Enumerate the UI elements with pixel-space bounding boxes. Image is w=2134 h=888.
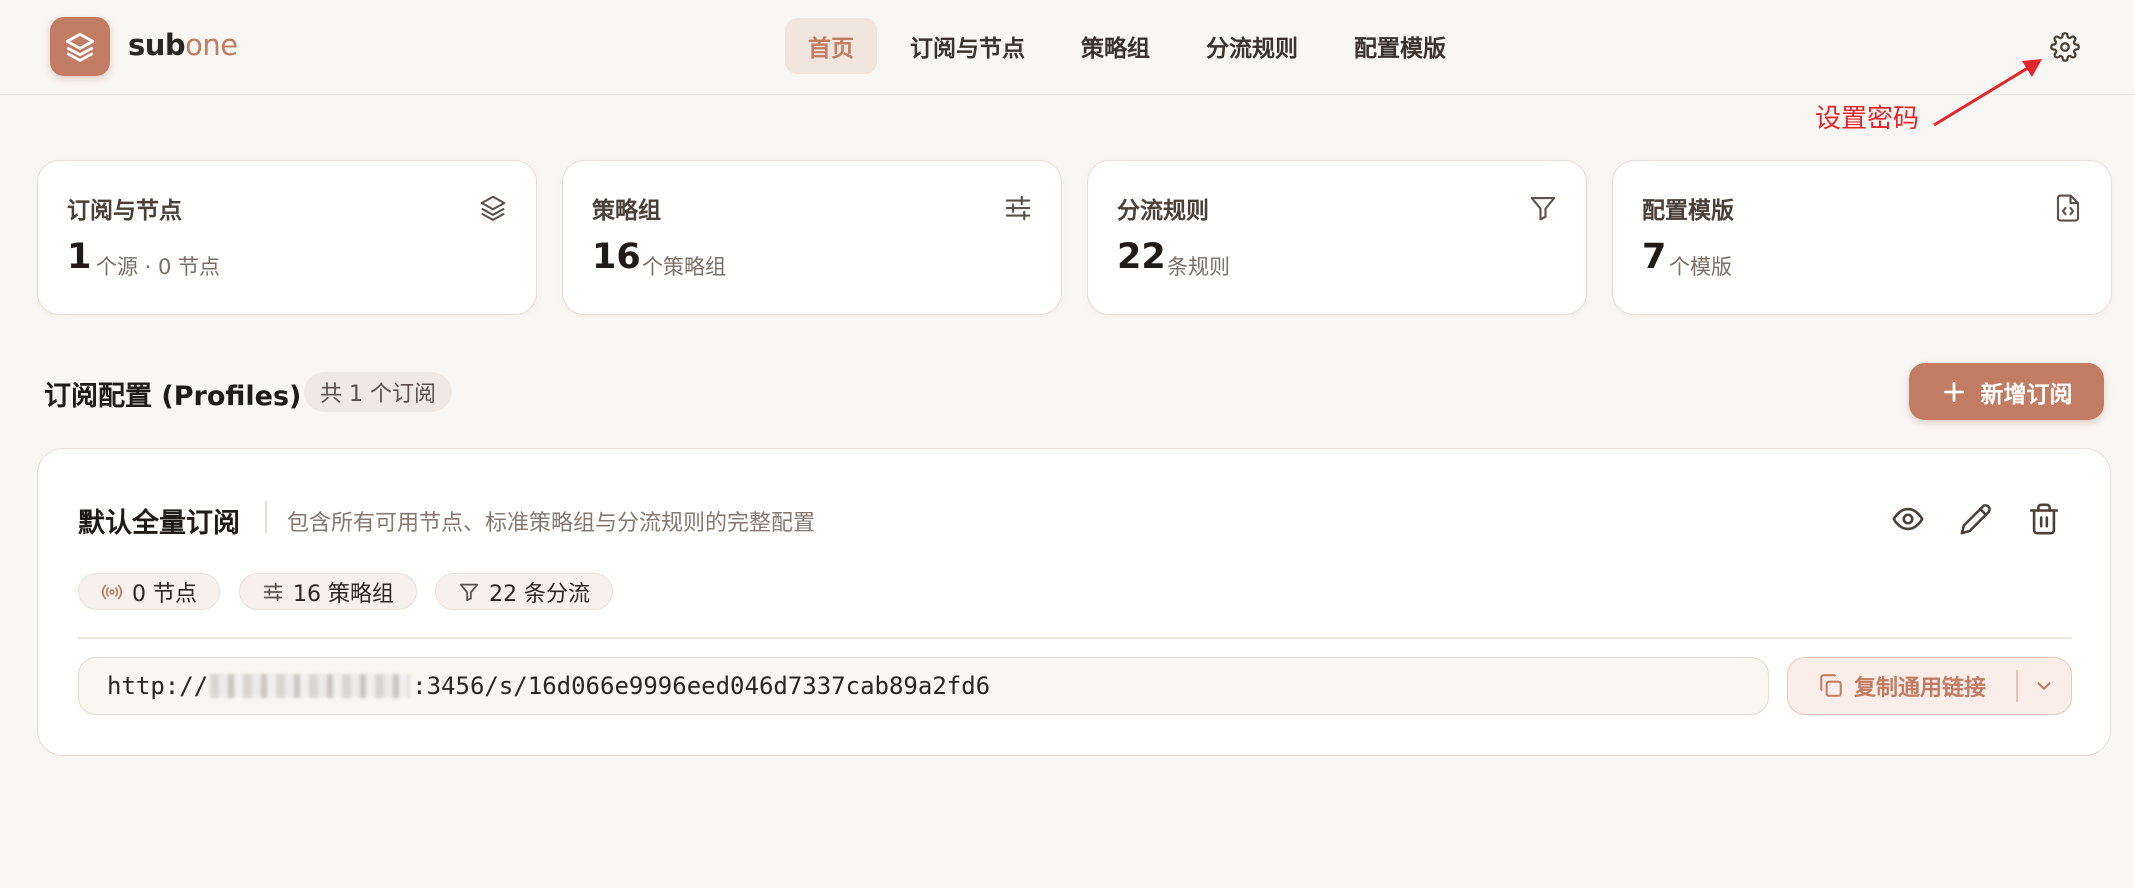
- tag-policy-groups: 16 策略组: [239, 573, 417, 610]
- annotation-arrow-icon: [1933, 59, 2042, 127]
- chevron-down-icon: [2037, 682, 2051, 690]
- pencil-icon[interactable]: [1959, 502, 1993, 536]
- stat-title: 分流规则: [1117, 198, 1209, 224]
- copy-link-button[interactable]: 复制通用链接: [1788, 658, 2016, 714]
- stat-card-policy-groups[interactable]: 策略组 16 个策略组: [562, 160, 1062, 315]
- sliders-icon: [263, 582, 283, 601]
- stat-value: 1: [67, 237, 92, 277]
- eye-icon[interactable]: [1891, 502, 1925, 536]
- add-subscription-button[interactable]: 新增订阅: [1909, 363, 2104, 420]
- filter-icon: [459, 583, 479, 601]
- sliders-icon: [1005, 195, 1031, 221]
- main-nav: 首页 订阅与节点 策略组 分流规则 配置模版: [785, 18, 1479, 74]
- tag-label: 0 节点: [132, 581, 197, 607]
- tag-rules: 22 条分流: [435, 573, 613, 610]
- profile-description: 包含所有可用节点、标准策略组与分流规则的完整配置: [287, 511, 816, 536]
- copy-options-dropdown[interactable]: [2018, 658, 2072, 714]
- section-title: 订阅配置 (Profiles): [44, 381, 302, 412]
- nav-templates[interactable]: 配置模版: [1331, 18, 1469, 74]
- stat-unit: 个源 · 0 节点: [96, 255, 221, 279]
- filter-icon: [1530, 196, 1556, 221]
- nav-rules[interactable]: 分流规则: [1183, 18, 1321, 74]
- brand-part-1: sub: [128, 28, 186, 62]
- stat-title: 订阅与节点: [67, 198, 182, 224]
- nav-policy-groups[interactable]: 策略组: [1058, 18, 1173, 74]
- tag-label: 16 策略组: [293, 581, 394, 607]
- redacted-host: [210, 674, 411, 698]
- layers-icon: [480, 195, 506, 221]
- stat-value: 22: [1117, 237, 1166, 277]
- stat-value: 7: [1642, 237, 1667, 277]
- profile-count-badge: 共 1 个订阅: [304, 372, 452, 412]
- broadcast-icon: [101, 584, 123, 599]
- stat-title: 配置模版: [1642, 198, 1734, 224]
- stat-card-templates[interactable]: 配置模版 7 个模版: [1612, 160, 2112, 315]
- url-suffix: :3456/s/16d066e9996eed046d7337cab89a2fd6: [412, 672, 991, 700]
- add-subscription-label: 新增订阅: [1980, 381, 2073, 408]
- stat-unit: 个模版: [1669, 255, 1732, 279]
- divider: [265, 501, 267, 533]
- divider: [78, 637, 2072, 639]
- logo[interactable]: [50, 17, 110, 76]
- trash-icon[interactable]: [2027, 502, 2061, 536]
- copy-link-button-group: 复制通用链接: [1787, 657, 2072, 715]
- layers-logo-icon: [65, 32, 95, 62]
- stat-card-subscriptions[interactable]: 订阅与节点 1 个源 · 0 节点: [37, 160, 537, 315]
- stat-value: 16: [592, 237, 641, 277]
- plus-icon: [1943, 381, 1964, 402]
- tag-label: 22 条分流: [489, 581, 590, 607]
- profile-name: 默认全量订阅: [78, 508, 240, 539]
- stat-unit: 条规则: [1167, 255, 1230, 279]
- brand-part-2: one: [185, 28, 238, 62]
- copy-icon: [1820, 674, 1842, 697]
- url-prefix: http://: [107, 672, 209, 700]
- subscription-url-field[interactable]: http:// :3456/s/16d066e9996eed046d7337cab…: [78, 657, 1769, 715]
- nav-home[interactable]: 首页: [785, 18, 877, 74]
- stat-card-rules[interactable]: 分流规则 22 条规则: [1087, 160, 1587, 315]
- nav-subscriptions[interactable]: 订阅与节点: [887, 18, 1048, 74]
- gear-icon[interactable]: [2050, 32, 2080, 62]
- top-header: subone 首页 订阅与节点 策略组 分流规则 配置模版: [0, 0, 2134, 95]
- annotation-text: 设置密码: [1815, 104, 1920, 134]
- file-code-icon: [2056, 194, 2080, 222]
- brand-name: subone: [128, 28, 238, 62]
- stat-title: 策略组: [592, 198, 661, 224]
- copy-link-label: 复制通用链接: [1853, 676, 1986, 701]
- stat-unit: 个策略组: [642, 255, 726, 279]
- profile-card: 默认全量订阅 包含所有可用节点、标准策略组与分流规则的完整配置 0 节点 16 …: [37, 448, 2111, 756]
- tag-nodes: 0 节点: [78, 573, 220, 610]
